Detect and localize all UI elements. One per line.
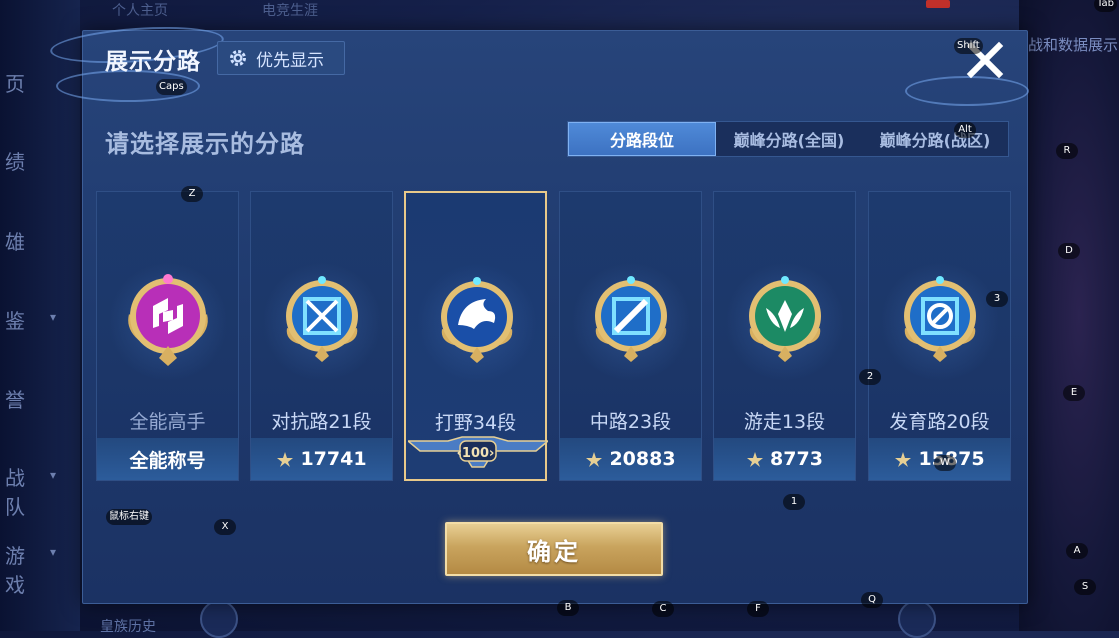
lane-card-roam[interactable]: 游走13段 8773 <box>713 191 856 481</box>
background-nav-item: 鉴 <box>5 309 25 333</box>
background-tab: 个人主页 <box>112 3 168 19</box>
confirm-label: 确定 <box>527 537 581 566</box>
background-nav-item: 绩 <box>5 150 25 174</box>
gear-icon <box>230 50 246 66</box>
lane-card-footer: 8773 <box>714 438 855 480</box>
key-hint-2: 2 <box>859 369 881 385</box>
background-nav-item: 雄 <box>5 230 25 254</box>
rank-points-icon <box>747 452 764 467</box>
key-hint-x: X <box>214 519 236 535</box>
lane-tabs: 分路段位 巅峰分路(全国) 巅峰分路(战区) <box>567 121 1009 157</box>
tab-peak-lane-national[interactable]: 巅峰分路(全国) <box>716 122 862 156</box>
lane-card-farm[interactable]: 发育路20段 15875 <box>868 191 1011 481</box>
key-hint-d: D <box>1058 243 1080 259</box>
dialog-title: 展示分路 <box>105 49 201 75</box>
key-hint-c: C <box>652 601 674 617</box>
rank-points: 20883 <box>609 448 676 470</box>
lane-card-mid[interactable]: 中路23段 20883 <box>559 191 702 481</box>
title-label: 全能称号 <box>129 449 206 472</box>
background-nav-item: 游戏 <box>5 544 25 597</box>
lane-rank: 全能高手 <box>129 411 206 433</box>
key-hint-w: W <box>934 455 956 471</box>
background-round-button <box>200 600 238 638</box>
key-hint-mouse-right: 鼠标右键 <box>106 509 152 525</box>
key-hint-z: Z <box>181 186 203 202</box>
allround-emblem-icon <box>128 274 208 366</box>
lane-card-jungle[interactable]: 打野34段 ‹100› <box>404 191 548 481</box>
rank-points: 8773 <box>770 448 823 470</box>
key-hint-1: 1 <box>783 494 805 510</box>
chevron-down-icon: ▾ <box>50 310 57 324</box>
tab-lane-rank[interactable]: 分路段位 <box>568 122 716 156</box>
lane-card-footer: 20883 <box>560 438 701 480</box>
lane-rank: 中路23段 <box>589 411 672 433</box>
rank-points-icon <box>586 452 603 467</box>
background-section-title: 战和数据展示 <box>1028 36 1119 54</box>
background-bottom-label: 皇族历史 <box>100 619 156 635</box>
dialog-subtitle: 请选择展示的分路 <box>105 130 305 158</box>
farm-lane-emblem-icon <box>904 276 976 362</box>
lane-rank: 打野34段 <box>434 412 517 434</box>
lane-card-footer: 全能称号 <box>97 438 238 480</box>
key-hint-f: F <box>747 601 769 617</box>
clash-lane-emblem-icon <box>286 276 358 362</box>
key-hint-alt: Alt <box>954 122 976 138</box>
background-nav-item: 战队 <box>5 466 25 519</box>
key-hint-s: S <box>1074 579 1096 595</box>
notification-badge <box>926 0 950 8</box>
background-avatar-button <box>898 600 936 638</box>
lane-card-allround[interactable]: 全能高手 全能称号 <box>96 191 239 481</box>
rank-points-icon <box>277 452 294 467</box>
key-hint-tab: Tab <box>1094 0 1117 12</box>
roam-emblem-icon <box>749 276 821 362</box>
lane-rank: 游走13段 <box>743 411 826 433</box>
mid-lane-emblem-icon <box>595 276 667 362</box>
tab-peak-lane-region[interactable]: 巅峰分路(战区) <box>862 122 1008 156</box>
key-hint-q: Q <box>861 592 883 608</box>
jungle-emblem-icon <box>441 277 513 363</box>
key-hint-shift: Shift <box>954 38 983 54</box>
background-nav-item: 页 <box>5 72 25 96</box>
lane-rank: 发育路20段 <box>889 411 990 433</box>
priority-display-button[interactable]: 优先显示 <box>217 41 345 75</box>
key-hint-3: 3 <box>986 291 1008 307</box>
chevron-down-icon: ▾ <box>50 468 57 482</box>
background-tab: 电竞生涯 <box>262 3 318 19</box>
key-hint-a: A <box>1066 543 1088 559</box>
key-hint-caps: Caps <box>156 79 187 95</box>
background-nav-item: 誉 <box>5 388 25 412</box>
background-character-art <box>1019 0 1119 631</box>
lane-card-clash[interactable]: 对抗路21段 17741 <box>250 191 393 481</box>
key-hint-b: B <box>557 600 579 616</box>
lane-rank: 对抗路21段 <box>271 411 372 433</box>
rank-points-icon <box>895 452 912 467</box>
rank-points: 17741 <box>300 448 367 470</box>
priority-display-label: 优先显示 <box>256 50 324 71</box>
key-hint-e: E <box>1063 385 1085 401</box>
key-hint-r: R <box>1056 143 1078 159</box>
lane-card-footer: 17741 <box>251 438 392 480</box>
jungle-level-badge: ‹100› <box>456 446 495 461</box>
confirm-button[interactable]: 确定 <box>445 522 663 576</box>
chevron-down-icon: ▾ <box>50 545 57 559</box>
